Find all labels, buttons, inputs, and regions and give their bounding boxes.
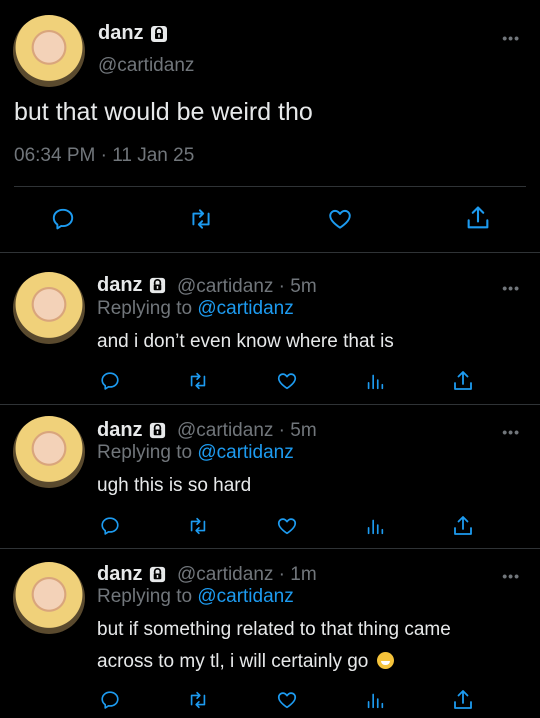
handle-and-time[interactable]: @cartidanz · 5m <box>177 420 317 442</box>
retweet-icon[interactable] <box>187 206 215 232</box>
divider <box>0 548 540 549</box>
avatar[interactable] <box>13 272 85 344</box>
heart-icon[interactable] <box>326 206 354 232</box>
replying-to: Replying to @cartidanz <box>97 442 294 464</box>
more-options-button[interactable]: ••• <box>502 424 520 440</box>
views-icon[interactable] <box>364 370 386 392</box>
more-options-button[interactable]: ••• <box>502 280 520 296</box>
heart-icon[interactable] <box>275 515 299 537</box>
display-name-text: danz <box>97 419 143 441</box>
tweet-text-line: across to my tl, i will certainly go <box>97 646 517 678</box>
share-icon[interactable] <box>464 204 492 232</box>
lock-icon <box>148 421 167 440</box>
heart-icon[interactable] <box>275 689 299 711</box>
retweet-icon[interactable] <box>186 689 210 711</box>
divider <box>0 404 540 405</box>
tweet-text: and i don’t even know where that is <box>97 331 394 352</box>
replying-to-label: Replying to <box>97 442 198 463</box>
tweet-text: ugh this is so hard <box>97 475 252 496</box>
main-tweet: danz @cartidanz ••• but that would be we… <box>0 0 540 253</box>
views-icon[interactable] <box>364 689 386 711</box>
reply-icon[interactable] <box>99 370 121 392</box>
avatar[interactable] <box>13 15 85 87</box>
share-icon[interactable] <box>451 369 475 393</box>
replying-to: Replying to @cartidanz <box>97 298 294 320</box>
grinning-face-emoji-icon <box>376 652 394 669</box>
display-name-text: danz <box>97 274 143 296</box>
replying-to: Replying to @cartidanz <box>97 586 294 608</box>
handle-and-time[interactable]: @cartidanz · 5m <box>177 276 317 298</box>
retweet-icon[interactable] <box>186 370 210 392</box>
avatar[interactable] <box>13 562 85 634</box>
display-name[interactable]: danz <box>97 563 167 586</box>
views-icon[interactable] <box>364 515 386 537</box>
tweet-text: but if something related to that thing c… <box>97 614 517 678</box>
heart-icon[interactable] <box>275 370 299 392</box>
tweet-text-line: but if something related to that thing c… <box>97 619 451 640</box>
more-options-button[interactable]: ••• <box>502 30 520 46</box>
replying-to-label: Replying to <box>97 586 198 607</box>
replying-to-link[interactable]: @cartidanz <box>197 298 293 319</box>
replying-to-link[interactable]: @cartidanz <box>197 442 293 463</box>
reply-icon[interactable] <box>99 515 121 537</box>
lock-icon <box>148 565 167 584</box>
divider <box>14 186 526 187</box>
display-name-text: danz <box>97 563 143 585</box>
replying-to-link[interactable]: @cartidanz <box>197 586 293 607</box>
handle-and-time[interactable]: @cartidanz · 1m <box>177 564 317 586</box>
reply-icon[interactable] <box>99 689 121 711</box>
tweet-text: but that would be weird tho <box>14 98 313 126</box>
lock-icon <box>149 24 169 44</box>
lock-icon <box>148 276 167 295</box>
more-options-button[interactable]: ••• <box>502 568 520 584</box>
handle[interactable]: @cartidanz <box>98 55 194 77</box>
display-name[interactable]: danz <box>97 274 167 297</box>
share-icon[interactable] <box>451 514 475 538</box>
reply-icon[interactable] <box>50 206 76 232</box>
display-name[interactable]: danz <box>98 22 169 45</box>
display-name-text: danz <box>98 22 144 44</box>
tweet-text-line-content: across to my tl, i will certainly go <box>97 651 369 672</box>
retweet-icon[interactable] <box>186 515 210 537</box>
display-name[interactable]: danz <box>97 419 167 442</box>
share-icon[interactable] <box>451 688 475 712</box>
divider <box>0 252 540 253</box>
avatar[interactable] <box>13 416 85 488</box>
tweet-timestamp[interactable]: 06:34 PM · 11 Jan 25 <box>14 145 194 167</box>
replying-to-label: Replying to <box>97 298 198 319</box>
